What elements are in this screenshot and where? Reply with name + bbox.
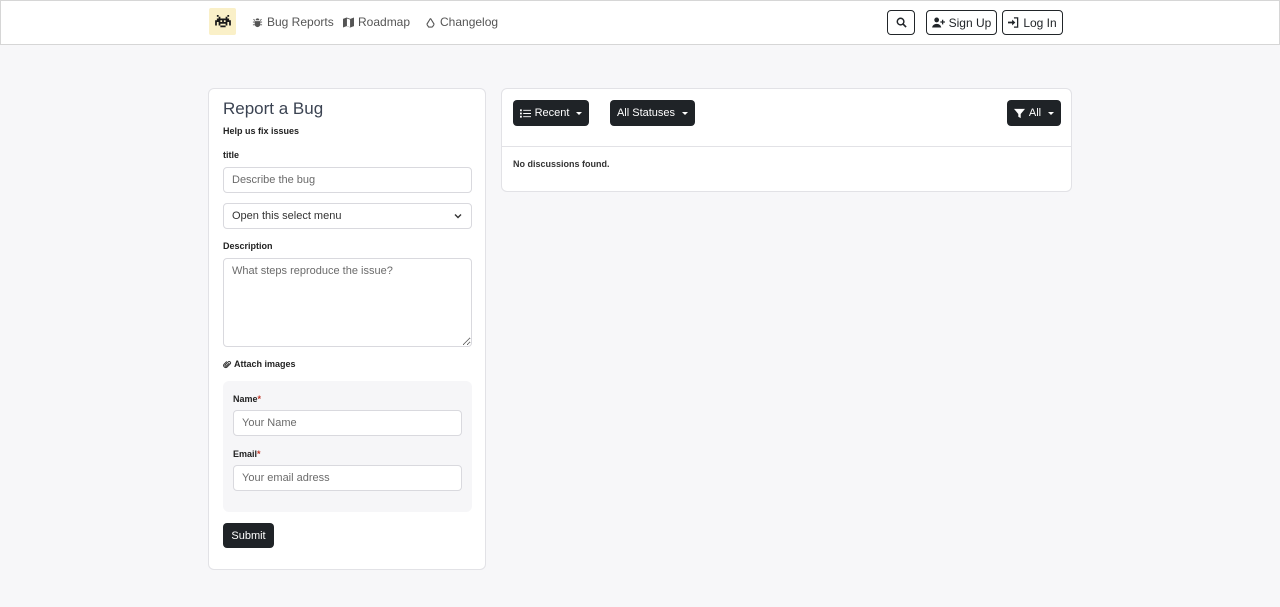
title-label: title bbox=[223, 150, 240, 160]
log-in-button[interactable]: Log In bbox=[1002, 10, 1063, 35]
status-dropdown-button[interactable]: All Statuses bbox=[610, 100, 695, 126]
form-title: Report a Bug bbox=[223, 99, 324, 118]
empty-state-message: No discussions found. bbox=[513, 159, 610, 169]
filter-label: All bbox=[1028, 107, 1042, 119]
description-textarea[interactable] bbox=[223, 258, 472, 347]
form-subtitle: Help us fix issues bbox=[223, 126, 300, 136]
email-input[interactable] bbox=[233, 465, 462, 491]
list-icon bbox=[519, 108, 531, 118]
search-icon bbox=[896, 17, 907, 28]
space-invader-logo-icon bbox=[214, 14, 231, 27]
discussions-card: Recent All Statuses All No discussions f… bbox=[501, 88, 1072, 192]
caret-down-icon bbox=[1048, 111, 1055, 115]
name-label: Name* bbox=[233, 394, 262, 404]
required-mark: * bbox=[257, 449, 261, 459]
filter-icon bbox=[1013, 108, 1025, 118]
attach-images-link[interactable]: Attach images bbox=[223, 359, 296, 369]
contact-details-box: Name* Email* bbox=[223, 381, 472, 512]
nav-link-label: Changelog bbox=[440, 15, 499, 29]
user-plus-icon bbox=[931, 17, 945, 28]
sign-up-label: Sign Up bbox=[948, 15, 992, 30]
sort-label: Recent bbox=[534, 107, 570, 119]
top-navbar: Bug Reports Roadmap Changelog Sign Up Lo… bbox=[0, 0, 1280, 45]
card-divider bbox=[502, 146, 1071, 147]
search-button[interactable] bbox=[887, 10, 915, 35]
sign-up-button[interactable]: Sign Up bbox=[926, 10, 997, 35]
log-in-label: Log In bbox=[1023, 15, 1057, 30]
submit-button[interactable]: Submit bbox=[223, 523, 274, 548]
select-value: Open this select menu bbox=[232, 210, 342, 222]
chevron-down-icon bbox=[454, 214, 462, 219]
sign-in-icon bbox=[1008, 17, 1019, 28]
nav-link-label: Bug Reports bbox=[267, 15, 334, 29]
sort-dropdown-button[interactable]: Recent bbox=[513, 100, 589, 126]
title-input[interactable] bbox=[223, 167, 472, 193]
email-label: Email* bbox=[233, 449, 261, 459]
bug-icon bbox=[252, 17, 263, 27]
report-bug-card: Report a Bug Help us fix issues title Op… bbox=[208, 88, 486, 570]
caret-down-icon bbox=[576, 111, 583, 115]
nav-link-bug-reports[interactable]: Bug Reports bbox=[252, 15, 334, 29]
recycle-icon bbox=[426, 17, 435, 28]
nav-link-label: Roadmap bbox=[358, 15, 411, 29]
description-label: Description bbox=[223, 241, 273, 251]
nav-link-changelog[interactable]: Changelog bbox=[425, 15, 498, 29]
map-icon bbox=[343, 16, 354, 28]
filter-dropdown-button[interactable]: All bbox=[1007, 100, 1061, 126]
paperclip-icon bbox=[223, 360, 232, 368]
category-select[interactable]: Open this select menu bbox=[223, 203, 472, 229]
required-mark: * bbox=[257, 394, 262, 404]
nav-link-roadmap[interactable]: Roadmap bbox=[343, 15, 410, 29]
caret-down-icon bbox=[682, 111, 689, 115]
name-input[interactable] bbox=[233, 410, 462, 436]
status-label: All Statuses bbox=[616, 107, 676, 119]
logo[interactable] bbox=[209, 8, 236, 35]
attach-label: Attach images bbox=[234, 359, 296, 369]
